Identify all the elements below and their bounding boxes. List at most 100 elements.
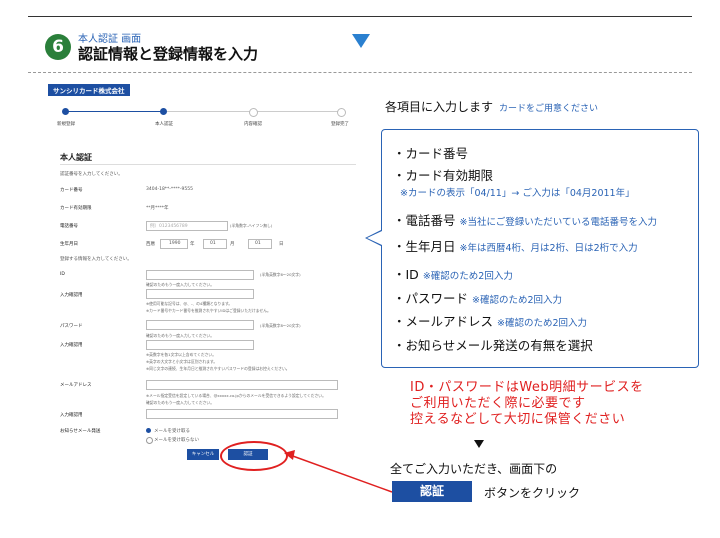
- id-confirm-input[interactable]: [146, 289, 254, 299]
- item-note: ※年は西暦4桁、月は2桁、日は2桁で入力: [459, 243, 638, 254]
- id-note-3: ※カード番号やカード番号を推測されやすいIDはご登録いただけません。: [146, 308, 271, 313]
- password-note-1: ※英数字を各1文字以上含めてください。: [146, 352, 217, 357]
- password-note-3: ※同じ文字の連続、生年月日と推測されやすいパスワードの登録はお控えください。: [146, 366, 290, 371]
- card-expiry-value: **月****年: [146, 206, 169, 211]
- id-label: ID: [60, 272, 65, 277]
- item-mail: ・メールアドレス ※確認のため2回入力: [393, 311, 587, 330]
- password-input[interactable]: [146, 320, 254, 330]
- item-text: ・お知らせメール発送の有無を選択: [393, 338, 593, 353]
- mail-input[interactable]: [146, 380, 338, 390]
- item-id: ・ID ※確認のため2回入力: [393, 264, 513, 283]
- auth-button-sample: 認証: [392, 481, 472, 502]
- register-intro: 登録する情報を入力してください。: [60, 257, 132, 262]
- expiry-note: ※カードの表示「04/11」→ ご入力は「04月2011年」: [400, 188, 635, 199]
- birth-year-input[interactable]: 1990: [160, 239, 188, 249]
- password-label: パスワード: [60, 324, 83, 329]
- item-text: ・生年月日: [393, 239, 456, 254]
- card-number-value: 3404-18**-****-9555: [146, 187, 194, 192]
- id-confirm-label: 入力確認用: [60, 293, 83, 298]
- notify-option-yes: メールを受け取る: [154, 429, 190, 434]
- warning-line-3: 控えるなどして大切に保管ください: [410, 412, 626, 427]
- item-text: ・カード番号: [393, 146, 469, 161]
- divider: [60, 164, 356, 165]
- card-expiry-label: カード有効期限: [60, 206, 92, 211]
- password-confirm-input[interactable]: [146, 340, 254, 350]
- birth-day-value: 01: [255, 241, 261, 246]
- birth-year-unit: 年: [190, 242, 195, 247]
- notify-radio-no[interactable]: [146, 437, 153, 444]
- notify-radio-yes[interactable]: [146, 428, 151, 433]
- phone-input[interactable]: 例）0123456789: [146, 221, 228, 231]
- birth-day-unit: 日: [279, 242, 284, 247]
- down-triangle-icon: [474, 440, 484, 448]
- item-note: ※当社にご登録いただいている電話番号を入力: [459, 217, 658, 228]
- mail-note-1: ※メール指定受信を設定している場合、@xxxxx.co.jpからのメールを受信で…: [146, 393, 326, 398]
- item-note: ※確認のため2回入力: [472, 295, 563, 306]
- progress-label-1: 新規登録: [57, 122, 75, 127]
- phone-placeholder: 例）0123456789: [150, 224, 188, 229]
- item-notify: ・お知らせメール発送の有無を選択: [393, 335, 593, 354]
- mail-label: メールアドレス: [60, 383, 92, 388]
- item-text: ・ID: [393, 267, 419, 282]
- id-note-2: ※使用可能な記号は、@、-、の4種類となります。: [146, 301, 233, 306]
- item-text: ・メールアドレス: [393, 314, 494, 329]
- item-phone: ・電話番号 ※当社にご登録いただいている電話番号を入力: [393, 210, 657, 229]
- item-card-number: ・カード番号: [393, 143, 468, 162]
- birth-month-unit: 月: [230, 242, 235, 247]
- birth-day-input[interactable]: 01: [248, 239, 272, 249]
- item-note: ※確認のため2回入力: [497, 318, 588, 329]
- birth-month-input[interactable]: 01: [203, 239, 227, 249]
- birth-month-value: 01: [210, 241, 216, 246]
- password-note: 確認のためもう一度入力してください。: [146, 333, 215, 338]
- notify-option-no: メールを受け取らない: [154, 438, 199, 443]
- progress-line-done: [66, 111, 164, 112]
- company-logo: サンシリカード株式会社: [48, 84, 130, 96]
- down-arrow-icon: [352, 34, 370, 48]
- phone-hint: (半角数字-ハイフン無し): [230, 223, 273, 228]
- item-card-expiry: ・カード有効期限: [393, 165, 493, 184]
- mail-confirm-label: 入力確認用: [60, 413, 83, 418]
- mail-confirm-input[interactable]: [146, 409, 338, 419]
- progress-label-3: 内容確認: [244, 122, 262, 127]
- birth-year-value: 1990: [169, 241, 181, 246]
- birth-era: 西暦: [146, 242, 155, 247]
- birth-label: 生年月日: [60, 242, 78, 247]
- lead-text: 各項目に入力します カードをご用意ください: [385, 98, 598, 115]
- bubble-tail-inner: [367, 231, 382, 245]
- id-hint: (半角英数字6～20文字): [260, 272, 301, 277]
- progress-step-3: [249, 108, 258, 117]
- final-instruction-after: ボタンをクリック: [484, 486, 581, 500]
- highlight-ellipse: [220, 441, 288, 471]
- pointer-arrow-icon: [284, 450, 393, 493]
- id-note: 確認のためもう一度入力してください。: [146, 282, 215, 287]
- card-number-label: カード番号: [60, 188, 83, 193]
- password-note-2: ※英字の大文字と小文字は区別されます。: [146, 359, 218, 364]
- phone-label: 電話番号: [60, 224, 78, 229]
- item-password: ・パスワード ※確認のため2回入力: [393, 288, 562, 307]
- progress-step-2: [160, 108, 167, 115]
- cancel-button[interactable]: キャンセル: [187, 449, 219, 460]
- final-instruction: 全てご入力いただき、画面下の: [390, 462, 558, 476]
- item-text: ・電話番号: [393, 213, 456, 228]
- id-input[interactable]: [146, 270, 254, 280]
- top-rule: [28, 16, 692, 17]
- form-title: 本人認証: [60, 153, 92, 162]
- lead-sub: カードをご用意ください: [499, 104, 599, 114]
- progress-step-1: [62, 108, 69, 115]
- step-number-badge: 6: [45, 34, 71, 60]
- item-birth: ・生年月日 ※年は西暦4桁、月は2桁、日は2桁で入力: [393, 236, 638, 255]
- dashed-divider: [28, 72, 692, 73]
- progress-label-2: 本人認証: [155, 122, 173, 127]
- progress-step-4: [337, 108, 346, 117]
- item-text: ・カード有効期限: [393, 168, 494, 183]
- progress-label-4: 登録完了: [331, 122, 349, 127]
- password-hint: (半角英数字8～20文字): [260, 323, 301, 328]
- item-text: ・パスワード: [393, 291, 469, 306]
- lead-main: 各項目に入力します: [385, 100, 494, 114]
- password-confirm-label: 入力確認用: [60, 343, 83, 348]
- notify-label: お知らせメール発送: [60, 429, 101, 434]
- item-note: ※確認のため2回入力: [422, 271, 513, 282]
- step-title: 認証情報と登録情報を入力: [78, 45, 259, 63]
- mail-note-2: 確認のためもう一度入力してください。: [146, 400, 215, 405]
- form-intro: 認証番号を入力してください。: [60, 172, 123, 177]
